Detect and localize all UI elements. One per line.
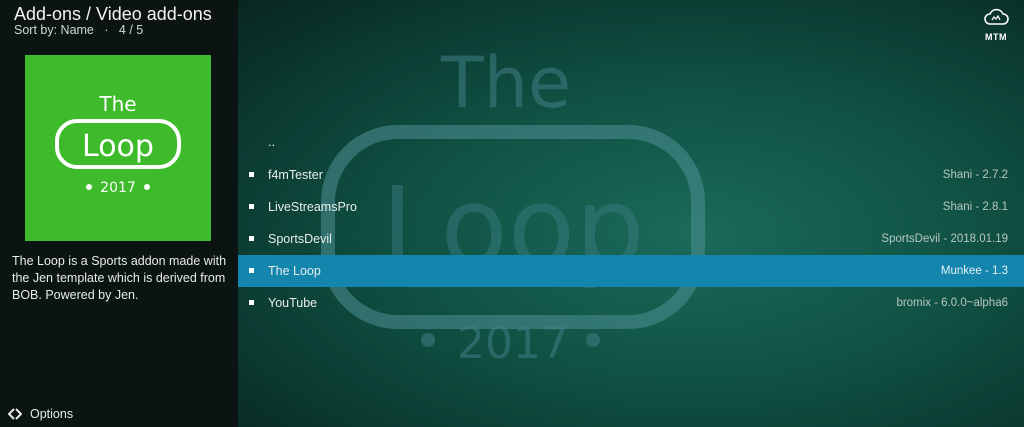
addon-description: The Loop is a Sports addon made with the… <box>12 254 227 302</box>
list-item[interactable]: SportsDevil SportsDevil - 2018.01.19 <box>238 223 1024 255</box>
sort-label[interactable]: Sort by: Name <box>14 23 94 37</box>
addon-name: SportsDevil <box>268 232 332 246</box>
mtm-logo: MTM <box>982 8 1010 42</box>
addon-name: YouTube <box>268 296 318 310</box>
parent-folder-item[interactable]: .. <box>238 127 1024 159</box>
thumb-text-year: 2017 <box>100 180 136 196</box>
fanart-text-year: 2017 <box>457 318 569 369</box>
bullet-icon <box>249 172 254 177</box>
bullet-icon <box>249 236 254 241</box>
addon-version: Munkee - 1.3 <box>940 265 1008 277</box>
addon-version: bromix - 6.0.0~alpha6 <box>896 297 1008 309</box>
page-title: Add-ons / Video add-ons <box>14 4 212 24</box>
fanart-text-top: The <box>440 42 571 124</box>
sort-info: Sort by: Name · 4 / 5 <box>14 23 143 37</box>
options-button[interactable]: Options <box>8 407 73 421</box>
addon-version: Shani - 2.8.1 <box>942 201 1008 213</box>
list-item[interactable]: YouTube bromix - 6.0.0~alpha6 <box>238 287 1024 319</box>
options-arrows-icon <box>8 407 22 421</box>
options-label: Options <box>30 407 74 421</box>
list-item[interactable]: LiveStreamsPro Shani - 2.8.1 <box>238 191 1024 223</box>
item-position: 4 / 5 <box>118 23 144 37</box>
thumb-text-main: Loop <box>82 129 154 164</box>
thumb-text-top: The <box>98 92 136 116</box>
addon-name: LiveStreamsPro <box>268 200 357 214</box>
mtm-logo-text: MTM <box>985 32 1007 42</box>
addon-version: SportsDevil - 2018.01.19 <box>881 233 1008 245</box>
info-panel: Add-ons / Video add-ons Sort by: Name · … <box>0 0 238 427</box>
addon-thumbnail-art: The Loop 2017 <box>55 92 181 196</box>
sort-separator: · <box>97 23 116 37</box>
parent-folder-label: .. <box>268 135 275 149</box>
list-item-selected[interactable]: The Loop Munkee - 1.3 <box>238 255 1024 287</box>
cloud-icon <box>984 8 1009 25</box>
bullet-icon <box>249 300 254 305</box>
bullet-icon <box>249 268 254 273</box>
addon-name: The Loop <box>268 264 321 278</box>
addon-thumbnail: The Loop 2017 <box>25 55 211 241</box>
list-item[interactable]: f4mTester Shani - 2.7.2 <box>238 159 1024 191</box>
addon-version: Shani - 2.7.2 <box>942 169 1008 181</box>
bullet-icon <box>249 204 254 209</box>
addon-name: f4mTester <box>268 168 323 182</box>
addon-list: .. f4mTester Shani - 2.7.2 LiveStreamsPr… <box>238 127 1024 319</box>
